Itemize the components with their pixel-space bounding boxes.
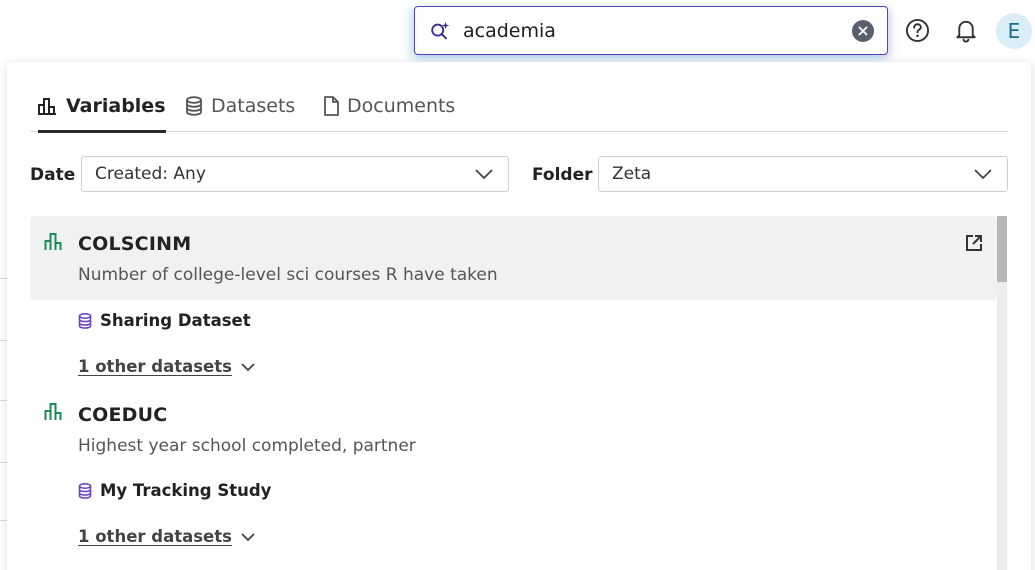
folder-filter-label: Folder: [532, 165, 593, 185]
other-datasets-toggle[interactable]: 1 other datasets: [78, 357, 256, 376]
variable-result[interactable]: COEDUC Highest year school completed, pa…: [30, 388, 997, 468]
ai-search-icon: [431, 21, 450, 40]
variable-description: Highest year school completed, partner: [78, 436, 416, 456]
chevron-down-icon: [475, 169, 493, 180]
variable-description: Number of college-level sci courses R ha…: [78, 265, 498, 285]
database-icon: [78, 482, 92, 499]
bell-icon[interactable]: [954, 18, 978, 43]
open-external-icon[interactable]: [965, 234, 983, 252]
folder-filter-select[interactable]: Zeta: [598, 156, 1008, 192]
dataset-link[interactable]: My Tracking Study: [78, 481, 271, 500]
folder-filter-value: Zeta: [612, 164, 652, 184]
tab-label: Variables: [66, 95, 166, 117]
chevron-down-icon: [974, 169, 992, 180]
user-avatar[interactable]: E: [996, 13, 1032, 49]
close-icon: [858, 26, 868, 36]
clear-search-button[interactable]: [852, 20, 874, 42]
search-input[interactable]: [463, 18, 843, 44]
search-box[interactable]: [414, 6, 888, 55]
results-scrollbar[interactable]: [997, 216, 1007, 570]
help-icon[interactable]: [905, 18, 930, 43]
search-results-panel: Variables Datasets Documents Date Create…: [7, 62, 1031, 570]
variable-icon: [44, 233, 62, 250]
dataset-name: Sharing Dataset: [100, 311, 251, 330]
date-filter-select[interactable]: Created: Any: [81, 156, 509, 192]
chevron-down-icon: [241, 532, 255, 541]
other-datasets-toggle[interactable]: 1 other datasets: [78, 527, 256, 546]
variable-name[interactable]: COLSCINM: [78, 233, 191, 255]
variable-result[interactable]: COLSCINM Number of college-level sci cou…: [30, 216, 997, 300]
tab-datasets[interactable]: Datasets: [185, 80, 295, 132]
tab-label: Documents: [347, 95, 456, 117]
database-icon: [186, 96, 202, 116]
chevron-down-icon: [241, 362, 255, 371]
result-tabs: Variables Datasets Documents: [30, 80, 1008, 133]
dataset-link[interactable]: Sharing Dataset: [78, 311, 251, 330]
document-icon: [324, 96, 339, 116]
variable-icon: [44, 403, 62, 420]
other-datasets-label: 1 other datasets: [78, 527, 232, 546]
scrollbar-thumb[interactable]: [997, 216, 1007, 282]
date-filter-value: Created: Any: [95, 164, 206, 184]
bar-chart-icon: [38, 98, 56, 115]
variable-name[interactable]: COEDUC: [78, 404, 167, 426]
results-list: COLSCINM Number of college-level sci cou…: [30, 216, 997, 570]
tab-label: Datasets: [211, 95, 296, 117]
tab-documents[interactable]: Documents: [323, 80, 455, 132]
tab-variables[interactable]: Variables: [38, 80, 166, 133]
other-datasets-label: 1 other datasets: [78, 357, 232, 376]
dataset-name: My Tracking Study: [100, 481, 272, 500]
date-filter-label: Date: [30, 165, 76, 185]
database-icon: [78, 312, 92, 329]
